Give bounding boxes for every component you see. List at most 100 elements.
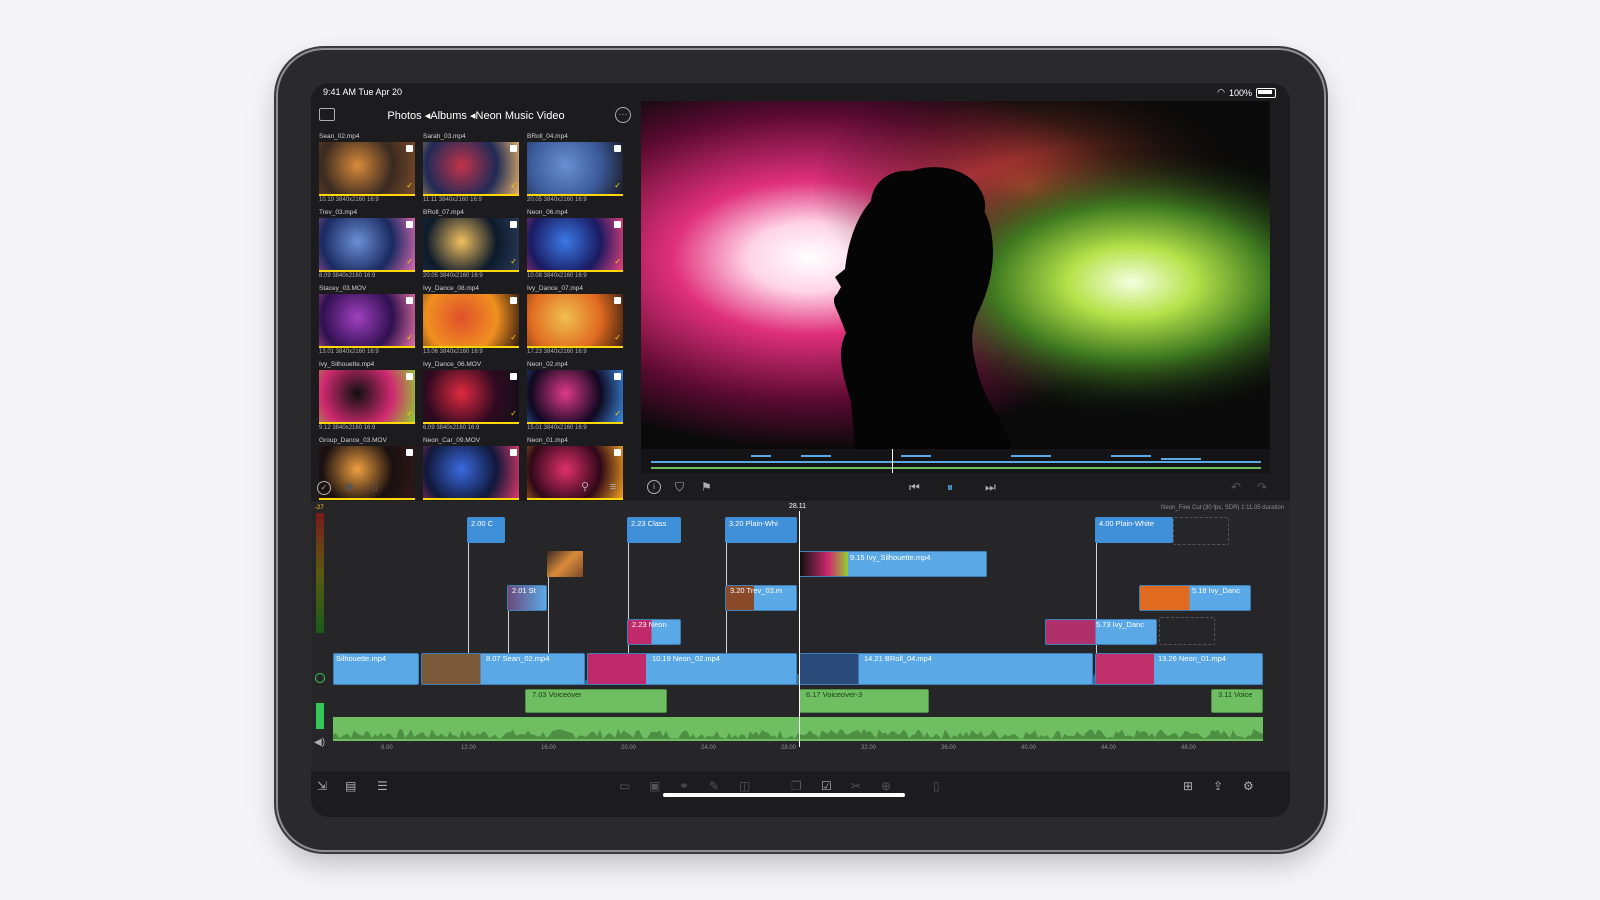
playhead[interactable] [799,511,800,747]
share-icon[interactable]: ⇪ [1213,779,1223,793]
skip-back-icon[interactable]: ⏮ [909,480,920,494]
layout-icon[interactable]: ⊞ [1183,779,1193,793]
ruler-tick-label: 40.00 [1021,745,1037,751]
clip-name: Neon_01.mp4 [527,437,568,444]
clip-tag-icon [614,221,621,228]
list-icon[interactable]: ☰ [377,779,388,793]
breadcrumb[interactable]: Photos ◂Albums ◂Neon Music Video [311,109,641,122]
mini-timeline[interactable] [641,449,1270,473]
connected-clip[interactable]: 5.18 Ivy_Danc [1139,585,1251,611]
clip-name: Neon_02.mp4 [527,361,568,368]
camera-icon[interactable]: ◫ [739,779,750,793]
voiceover-clip[interactable]: 6.17 Voiceover-3 [799,689,929,713]
settings-icon[interactable]: ⚙ [1243,779,1254,793]
trash-icon[interactable]: ▯ [369,481,381,493]
clip-tile[interactable]: Ivy_Silhouette.mp4 ✓ 9.12 3840x2160 16:9 [319,361,415,433]
clip-tile[interactable]: Sarah_03.mp4 ✓ 11.11 3840x2160 16:9 [423,133,519,205]
clip-tile[interactable]: Neon_02.mp4 ✓ 15.01 3840x2160 16:9 [527,361,623,433]
overlay-icon[interactable]: ▣ [649,779,660,793]
redo-icon[interactable]: ↷ [1257,480,1267,494]
ruler-tick-label: 48.00 [1181,745,1197,751]
ruler-tick-label: 8.00 [381,745,393,751]
clip-tile[interactable]: BRoll_04.mp4 ✓ 20.05 3840x2160 16:9 [527,133,623,205]
video-viewer[interactable] [641,101,1270,449]
delete-icon[interactable]: ▯ [933,779,940,793]
copy-icon[interactable]: ❐ [791,779,802,793]
connected-clip[interactable]: 2.01 St [507,585,547,611]
clip-thumbnail: ✓ [423,370,519,424]
time-ruler: 8.00 12.00 16.00 20.00 24.00 28.00 32.00 36.00 4… [311,745,1290,755]
clip-tag-icon [614,297,621,304]
checkmark-icon: ✓ [510,257,517,266]
pause-icon[interactable]: ⏸ [947,480,953,494]
add-icon[interactable]: ⊕ [881,779,891,793]
ruler-tick-label: 32.00 [861,745,877,751]
skip-forward-icon[interactable]: ⏭ [985,480,996,494]
clip-meta: 10.19 3840x2160 16:9 [319,197,379,203]
timeline[interactable]: -27 Neon_Fine Cut (30 fps, SDR) 1:11.05 … [311,501,1290,771]
checkmark-icon: ✓ [614,257,621,266]
title-clip[interactable]: 2.00 C [467,517,505,543]
select-check-icon[interactable]: ✓ [317,481,331,495]
sort-icon[interactable]: ≡ [607,481,619,493]
title-connector [468,527,469,653]
link-icon[interactable]: ⚭ [679,779,689,793]
clip-thumbnail: ✓ [319,142,415,196]
title-clip[interactable]: 2.23 Class [627,517,681,543]
clip-tile[interactable]: BRoll_07.mp4 ✓ 20.05 3840x2160 16:9 [423,209,519,281]
clip-tile[interactable]: Ivy_Dance_08.mp4 ✓ 13.06 3840x2160 16:9 [423,285,519,357]
clip-name: Sarah_03.mp4 [423,133,466,140]
home-indicator[interactable] [663,793,905,797]
checkbox-icon[interactable]: ☑ [821,779,832,793]
clip-thumbnail [547,551,583,577]
pen-icon[interactable]: ✎ [709,779,719,793]
voiceover-clip[interactable]: 3.11 Voice [1211,689,1263,713]
battery-icon [1256,87,1276,98]
undo-icon[interactable]: ↶ [1231,480,1241,494]
checkmark-icon: ✓ [510,181,517,190]
info-icon[interactable]: i [647,480,661,494]
clip-tile[interactable]: Ivy_Dance_07.mp4 ✓ 17.23 3840x2160 16:9 [527,285,623,357]
clip-name: Ivy_Dance_08.mp4 [423,285,480,292]
checkmark-icon: ✓ [614,333,621,342]
clip-tile[interactable]: Trev_03.mp4 ✓ 8.09 3840x2160 16:9 [319,209,415,281]
split-icon[interactable]: ▭ [619,779,630,793]
flag-icon[interactable]: ⚑ [701,480,712,494]
connected-clip[interactable]: 2.23 Neon [627,619,681,645]
clip-tag-icon [406,373,413,380]
clip-tile[interactable]: Sean_02.mp4 ✓ 10.19 3840x2160 16:9 [319,133,415,205]
search-icon[interactable]: ⚲ [579,481,591,493]
clip-tile[interactable]: Neon_06.mp4 ✓ 10.08 3840x2160 16:9 [527,209,623,281]
primary-clip[interactable]: Silhouette.mp4 [333,653,419,685]
title-clip[interactable]: 3.20 Plain-Whi [725,517,797,543]
marker-icon[interactable]: ⛉ [675,480,684,494]
clip-meta: 20.05 3840x2160 16:9 [527,197,587,203]
ruler-tick-label: 36.00 [941,745,957,751]
media-browser: Photos ◂Albums ◂Neon Music Video ··· Sea… [311,101,641,500]
checkmark-icon: ✓ [406,409,413,418]
clip-tile[interactable]: Ivy_Dance_06.MOV ✓ 6.09 3840x2160 16:9 [423,361,519,433]
title-clip[interactable]: 4.00 Plain-White [1095,517,1173,543]
primary-clip[interactable]: 8.07 Sean_02.mp4 [421,653,585,685]
import-icon[interactable]: ⇲ [317,779,327,793]
record-icon[interactable]: ◉ [343,481,355,493]
scissors-icon[interactable]: ✂ [851,779,861,793]
clip-tile[interactable]: Stacey_03.MOV ✓ 13.01 3840x2160 16:9 [319,285,415,357]
ruler-tick-label: 44.00 [1101,745,1117,751]
connected-clip[interactable]: 3.20 Trev_03.m [725,585,797,611]
clip-name: Ivy_Dance_07.mp4 [527,285,584,292]
more-icon[interactable]: ··· [615,107,631,123]
clip-meta: 17.23 3840x2160 16:9 [527,349,587,355]
checkmark-icon: ✓ [510,409,517,418]
clip-tag-icon [510,221,517,228]
clip-thumbnail: ✓ [527,142,623,196]
connected-clip[interactable]: 5.73 Ivy_Danc [1045,619,1157,645]
primary-clip[interactable]: 10.19 Neon_02.mp4 [587,653,797,685]
voiceover-clip[interactable]: 7.03 Voiceover [525,689,667,713]
primary-clip[interactable]: 14.21 BRoll_04.mp4 [799,653,1093,685]
clip-meta: 15.01 3840x2160 16:9 [527,425,587,431]
ruler-tick-label: 16.00 [541,745,557,751]
primary-clip[interactable]: 13.26 Neon_01.mp4 [1095,653,1263,685]
inspector-icon[interactable]: ▤ [345,779,356,793]
clip-thumbnail: ✓ [423,142,519,196]
